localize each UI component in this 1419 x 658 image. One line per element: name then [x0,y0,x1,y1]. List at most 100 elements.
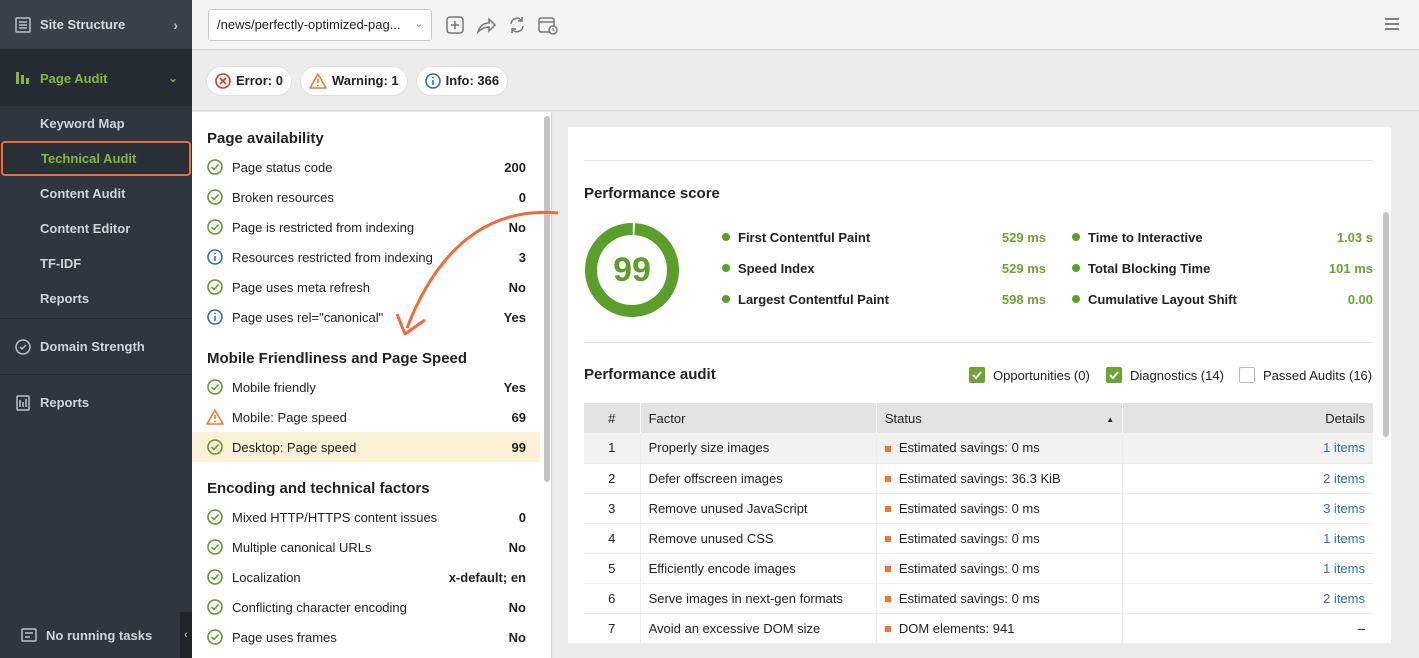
url-select[interactable]: /news/perfectly-optimized-pag... ⌄ [208,8,432,41]
sidebar-item-label: Domain Strength [40,339,145,354]
factor-row[interactable]: Mobile: Page speed 69 [192,402,540,432]
checkbox-checked-icon [969,367,985,383]
add-icon[interactable] [444,14,466,36]
checkbox-label: Diagnostics (14) [1130,367,1224,383]
refresh-icon[interactable] [506,14,528,36]
factor-row[interactable]: Mobile friendly Yes [192,372,540,402]
sidebar: Site Structure › Page Audit ⌄ Keyword Ma… [0,0,192,658]
schedule-icon[interactable] [537,14,559,36]
sidebar-item-site-structure[interactable]: Site Structure › [0,0,192,50]
row-number: 4 [584,523,641,554]
page-audit-icon [16,72,29,84]
status-marker-icon [884,566,891,573]
error-icon [215,72,231,89]
details-scrollbar[interactable] [1383,212,1389,437]
details-link[interactable]: 1 items [1323,440,1365,455]
status-marker-icon [884,626,891,633]
diagnostics-checkbox[interactable]: Diagnostics (14) [1106,367,1224,383]
list-scrollbar[interactable] [544,116,550,482]
row-factor: Remove unused CSS [640,523,877,554]
factor-label: Localization [232,569,301,585]
factor-row[interactable]: Multiple canonical URLs No [192,532,540,562]
sidebar-item-reports[interactable]: Reports [0,374,192,430]
row-details[interactable]: 1 items [1122,433,1373,464]
factor-value: Yes [503,379,526,395]
sidebar-item-content-editor[interactable]: Content Editor [0,211,192,246]
passed-audits-checkbox[interactable]: Passed Audits (16) [1239,367,1372,383]
factor-label: Broken resources [232,189,334,205]
column-header-factor[interactable]: Factor [640,403,877,433]
row-details[interactable]: 1 items [1122,553,1373,584]
status-marker-icon [884,445,891,452]
collapse-sidebar-icon[interactable]: ‹ [180,612,192,658]
row-number: 2 [584,463,641,494]
factor-label: Page uses frames [232,629,337,645]
audit-table: # Factor Status ▲ Details 1 Properly size … [584,403,1373,643]
table-row[interactable]: 3 Remove unused JavaScript Estimated savin… [584,493,1373,524]
chevron-down-icon: ⌄ [167,71,178,85]
factor-row[interactable]: Broken resources 0 [192,182,540,212]
sidebar-item-domain-strength[interactable]: Domain Strength [0,318,192,374]
details-link[interactable]: 1 items [1323,561,1365,576]
performance-card: Performance score 99 First Contentful Pa… [568,127,1391,643]
sort-ascending-icon: ▲ [1106,415,1115,424]
row-details[interactable]: 1 items [1122,523,1373,554]
column-header-status[interactable]: Status ▲ [876,403,1124,433]
info-filter[interactable]: Info: 366 [416,66,508,95]
row-details[interactable]: 2 items [1122,463,1373,494]
sidebar-item-content-audit[interactable]: Content Audit [0,176,192,211]
row-number: 7 [584,613,641,643]
hamburger-menu-icon[interactable] [1383,15,1401,33]
details-link[interactable]: 3 items [1323,501,1365,516]
status-marker-icon [884,536,891,543]
details-link[interactable]: 2 items [1323,471,1365,486]
status-marker-icon [884,506,891,513]
passed-icon [207,539,223,555]
table-row[interactable]: 5 Efficiently encode images Estimated savi… [584,553,1373,584]
error-filter[interactable]: Error: 0 [207,66,291,95]
divider [584,160,1373,161]
info-icon [207,309,223,325]
table-row[interactable]: 1 Properly size images Estimated savings: … [584,433,1373,464]
sidebar-item-label: Page Audit [40,70,108,86]
factor-row[interactable]: Desktop: Page speed 99 [192,432,540,462]
table-row[interactable]: 6 Serve images in next-gen formats Estimat… [584,583,1373,614]
row-number: 5 [584,553,641,584]
details-link[interactable]: 1 items [1323,531,1365,546]
factor-row[interactable]: Page status code 200 [192,152,540,182]
warning-icon [309,72,327,89]
sidebar-item-technical-audit[interactable]: Technical Audit [1,141,191,176]
performance-score-title: Performance score [584,185,720,202]
factor-row[interactable]: Mixed HTTP/HTTPS content issues 0 [192,502,540,532]
column-header-details[interactable]: Details [1122,403,1373,433]
factor-label: Page status code [232,159,333,175]
row-details[interactable]: 3 items [1122,493,1373,524]
row-factor: Avoid an excessive DOM size [640,613,877,643]
table-row[interactable]: 4 Remove unused CSS Estimated savings: 0 m… [584,523,1373,554]
share-icon[interactable] [475,14,497,36]
row-status: Estimated savings: 0 ms [876,523,1124,554]
factor-row[interactable]: Page is restricted from indexing No [192,212,540,242]
row-details[interactable]: 2 items [1122,583,1373,614]
factor-row[interactable]: Page uses rel="canonical" Yes [192,302,540,332]
metric-value: 101 ms [1328,261,1373,276]
table-row[interactable]: 7 Avoid an excessive DOM size DOM elements… [584,613,1373,643]
factor-row[interactable]: Conflicting character encoding No [192,592,540,622]
factor-row[interactable]: Localization x-default; en [192,562,540,592]
sidebar-item-page-audit[interactable]: Page Audit ⌄ [0,50,192,106]
opportunities-checkbox[interactable]: Opportunities (0) [969,367,1090,383]
sidebar-item-keyword-map[interactable]: Keyword Map [0,106,192,141]
factor-label: Mixed HTTP/HTTPS content issues [232,509,438,525]
sidebar-item-reports-sub[interactable]: Reports [0,281,192,316]
factor-row[interactable]: Page uses meta refresh No [192,272,540,302]
factor-value: 3 [518,249,526,265]
sidebar-item-tf-idf[interactable]: TF-IDF [0,246,192,281]
factor-row[interactable]: Page uses frames No [192,622,540,652]
metric-first-contentful-paint: First Contentful Paint [722,227,870,247]
details-link[interactable]: 2 items [1323,591,1365,606]
column-header-number[interactable]: # [584,403,641,433]
tasks-status[interactable]: No running tasks ‹ [0,612,192,658]
factor-row[interactable]: Resources restricted from indexing 3 [192,242,540,272]
warning-filter[interactable]: Warning: 1 [300,66,407,95]
table-row[interactable]: 2 Defer offscreen images Estimated savings… [584,463,1373,494]
